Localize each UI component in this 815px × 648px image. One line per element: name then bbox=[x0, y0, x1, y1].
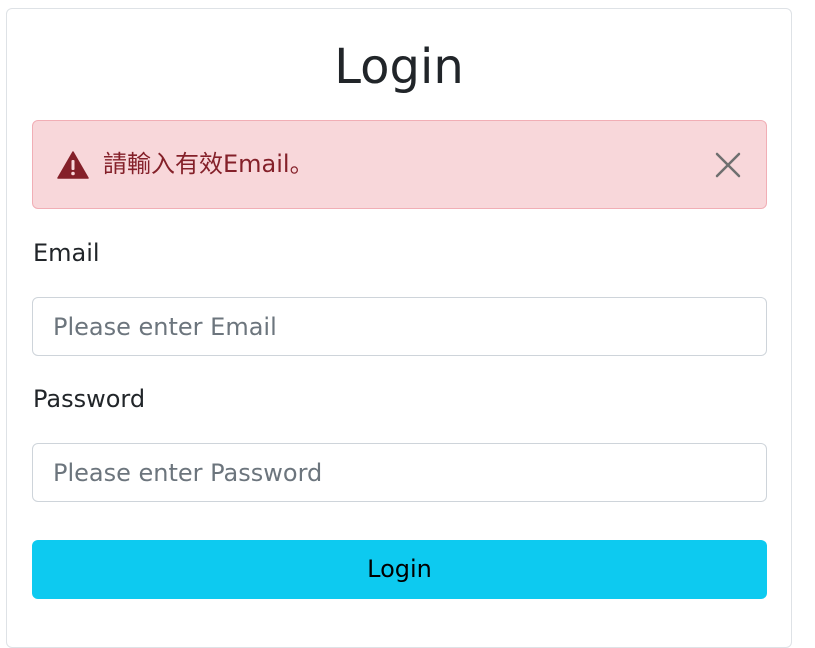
password-field[interactable] bbox=[32, 443, 767, 502]
login-button[interactable]: Login bbox=[32, 540, 767, 599]
warning-triangle-icon bbox=[57, 151, 89, 179]
email-field[interactable] bbox=[32, 297, 767, 356]
alert-message: 請輸入有效Email。 bbox=[103, 150, 314, 178]
close-icon[interactable] bbox=[714, 151, 742, 179]
login-card: Login 請輸入有效Email。 Email Password Login bbox=[6, 8, 792, 648]
password-label: Password bbox=[33, 385, 146, 413]
error-alert: 請輸入有效Email。 bbox=[32, 120, 767, 209]
page-title: Login bbox=[334, 39, 464, 95]
email-label: Email bbox=[33, 239, 100, 267]
